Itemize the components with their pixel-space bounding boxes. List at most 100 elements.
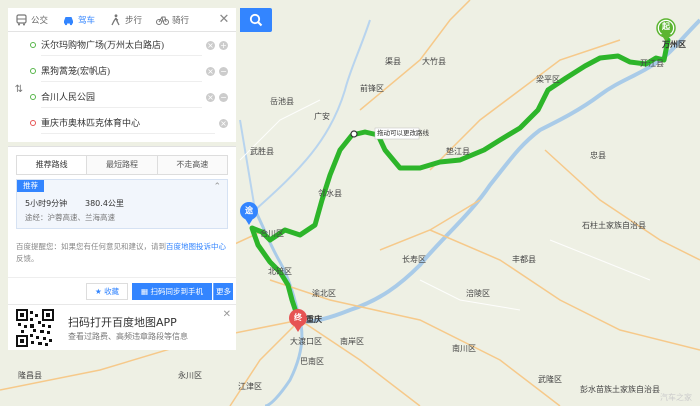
plan-badge: 推荐 [17, 180, 44, 192]
clear-icon[interactable]: × [219, 118, 228, 128]
stop-via-2[interactable]: 合川人民公园 × − [30, 86, 228, 108]
end-marker-label: 终 [294, 313, 302, 322]
route-plan[interactable]: 推荐 ⌃ 5小时9分钟 380.4公里 途经：沪蓉高速、兰海高速 [16, 179, 228, 229]
drag-point [350, 130, 358, 138]
send-to-phone-button[interactable]: ▦ 扫码同步到手机 [132, 283, 212, 300]
search-button[interactable] [240, 8, 272, 32]
mode-tab-walk[interactable]: 步行 [102, 8, 149, 32]
via-dot-icon [30, 94, 36, 100]
watermark: 汽车之家 [660, 393, 692, 402]
route-tooltip: 拖动可以更改路线 [377, 129, 429, 137]
plan-via: 途经：沪蓉高速、兰海高速 [25, 213, 115, 222]
map-place-label: 重庆 [306, 315, 322, 324]
tab-shortest[interactable]: 最短路程 [87, 156, 158, 174]
chevron-up-icon[interactable]: ⌃ [213, 182, 221, 192]
close-icon[interactable]: ✕ [216, 12, 232, 28]
remove-stop-icon[interactable]: − [219, 66, 228, 76]
route-panel: 公交 驾车 步行 骑行 ✕ ⇅ 沃尔玛购物广场(万州太白路店) × + 黑狗蒿笼… [8, 8, 236, 350]
favorite-button[interactable]: ★ 收藏 [86, 283, 128, 300]
map-place-label: 渝北区 [312, 289, 336, 298]
end-dot-icon [30, 120, 36, 126]
map-place-label: 岳池县 [270, 97, 294, 106]
map-place-label: 武隆区 [538, 375, 562, 384]
send-label: 扫码同步到手机 [150, 287, 203, 296]
map-place-label: 大渡口区 [290, 337, 322, 346]
start-marker-label: 起 [662, 22, 670, 31]
map-place-label: 广安 [314, 112, 330, 121]
stops-list: ⇅ 沃尔玛购物广场(万州太白路店) × + 黑狗蒿笼(宏帆店) × − 合川人民… [8, 32, 236, 142]
via-dot-icon [30, 68, 36, 74]
start-dot-icon [30, 42, 36, 48]
tab-no-highway[interactable]: 不走高速 [157, 156, 227, 174]
mode-tab-bike[interactable]: 骑行 [149, 8, 196, 32]
notice-text: 百度提醒您：如果您有任何意见和建议，请到 [16, 242, 166, 251]
map-place-label: 巴南区 [300, 357, 324, 366]
map-place-label: 合川区 [260, 229, 284, 238]
stop-via-1[interactable]: 黑狗蒿笼(宏帆店) × − [30, 60, 228, 82]
via-marker-label: 途 [245, 206, 253, 215]
promo-title: 扫码打开百度地图APP [68, 316, 177, 329]
route-tabs: 推荐路线 最短路程 不走高速 [16, 155, 228, 175]
bike-icon [156, 16, 170, 25]
map-place-label: 涪陵区 [466, 289, 490, 298]
map-place-label: 渠县 [385, 57, 401, 66]
more-button[interactable]: 更多 [213, 283, 233, 300]
stop-input[interactable]: 黑狗蒿笼(宏帆店) [41, 60, 202, 82]
map-place-label: 前锋区 [360, 84, 384, 93]
mode-tab-car[interactable]: 驾车 [55, 8, 102, 32]
map-place-label: 江津区 [238, 382, 262, 391]
promo-subtitle: 查看过路费、高频违章路段等信息 [68, 332, 188, 341]
star-icon: ★ [94, 287, 102, 296]
map-place-label: 南川区 [452, 344, 476, 353]
search-icon [249, 13, 263, 27]
map-place-label: 彭水苗族土家族自治县 [580, 385, 660, 394]
tab-recommended[interactable]: 推荐路线 [17, 156, 88, 174]
clear-icon[interactable]: × [206, 92, 215, 102]
app-promo: 扫码打开百度地图APP 查看过路费、高频违章路段等信息 ✕ [8, 304, 236, 350]
map-place-label: 永川区 [178, 371, 202, 380]
map-place-label: 丰都县 [512, 255, 536, 264]
bus-icon [16, 13, 27, 25]
walk-icon [111, 13, 120, 25]
plan-time: 5小时9分钟 [25, 199, 68, 208]
notice-tail: 反馈。 [16, 254, 39, 263]
close-icon[interactable]: ✕ [223, 309, 231, 320]
complaint-link[interactable]: 百度地图投诉中心 [166, 242, 226, 251]
plan-distance: 380.4公里 [85, 199, 124, 208]
map-place-label: 忠县 [590, 151, 606, 160]
map-place-label: 万州区 [662, 40, 686, 49]
map-place-label: 邻水县 [318, 189, 342, 198]
map-place-label: 隆昌县 [18, 371, 42, 380]
qr-small-icon: ▦ [141, 287, 149, 296]
map-place-label: 垫江县 [446, 147, 470, 156]
map-place-label: 石柱土家族自治县 [582, 221, 646, 230]
mode-label: 公交 [31, 15, 49, 26]
stop-start[interactable]: 沃尔玛购物广场(万州太白路店) × + [30, 34, 228, 56]
add-stop-icon[interactable]: + [219, 40, 228, 50]
swap-icon[interactable]: ⇅ [14, 84, 24, 96]
map-place-label: 梁平区 [536, 75, 560, 84]
map-place-label: 开江县 [640, 59, 664, 68]
stop-end[interactable]: 重庆市奥林匹克体育中心 × [30, 112, 228, 134]
remove-stop-icon[interactable]: − [219, 92, 228, 102]
map-place-label: 南岸区 [340, 337, 364, 346]
mode-label: 步行 [125, 15, 143, 26]
clear-icon[interactable]: × [206, 40, 215, 50]
feedback-notice: 百度提醒您：如果您有任何意见和建议，请到百度地图投诉中心反馈。 [16, 241, 228, 265]
action-bar: ★ 收藏 ▦ 扫码同步到手机 更多 [8, 277, 236, 305]
favorite-label: 收藏 [104, 287, 120, 296]
mode-label: 驾车 [78, 15, 96, 26]
stop-input[interactable]: 重庆市奥林匹克体育中心 [41, 112, 215, 134]
map-place-label: 长寿区 [402, 255, 426, 264]
map-place-label: 武胜县 [250, 147, 274, 156]
map-place-label: 大竹县 [422, 57, 446, 66]
map-place-label: 北碚区 [268, 267, 292, 276]
clear-icon[interactable]: × [206, 66, 215, 76]
stop-input[interactable]: 合川人民公园 [41, 86, 202, 108]
route-results: 推荐路线 最短路程 不走高速 推荐 ⌃ 5小时9分钟 380.4公里 途经：沪蓉… [8, 146, 236, 304]
car-icon [64, 16, 74, 25]
mode-bar: 公交 驾车 步行 骑行 ✕ [8, 8, 236, 32]
stop-input[interactable]: 沃尔玛购物广场(万州太白路店) [41, 34, 202, 56]
mode-tab-bus[interactable]: 公交 [8, 8, 55, 32]
qr-code-icon [16, 309, 54, 347]
